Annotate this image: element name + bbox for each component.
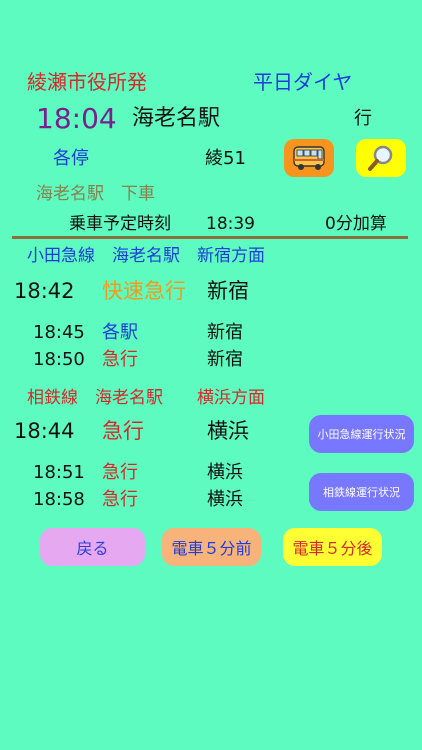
sotetsu-header: 相鉄線 海老名駅 横浜方面: [27, 388, 265, 408]
bound-label: 行: [354, 108, 372, 129]
odakyu-row-time: 18:45: [33, 322, 85, 343]
back-button[interactable]: 戻る: [40, 528, 145, 566]
odakyu-header: 小田急線 海老名駅 新宿方面: [27, 246, 265, 266]
extra-minutes: 0分加算: [325, 214, 387, 234]
odakyu-row-dest: 新宿: [207, 322, 243, 343]
odakyu-row-dest: 新宿: [207, 349, 243, 370]
bus-icon: [293, 146, 325, 170]
sotetsu-row-type: 急行: [102, 462, 138, 483]
search-button[interactable]: [356, 139, 406, 177]
sotetsu-main-time: 18:44: [14, 419, 75, 443]
next-train-button[interactable]: 電車５分後: [283, 528, 382, 566]
odakyu-main-time: 18:42: [14, 279, 75, 303]
odakyu-main-type: 快速急行: [102, 279, 186, 303]
route-number: 綾51: [205, 148, 246, 169]
odakyu-row-type: 各駅: [102, 322, 138, 343]
destination: 海老名駅: [132, 106, 221, 131]
sotetsu-main-dest: 横浜: [207, 419, 249, 443]
sotetsu-row-type: 急行: [102, 489, 138, 510]
divider: [12, 236, 408, 239]
board-label: 乗車予定時刻: [69, 214, 171, 234]
odakyu-main-dest: 新宿: [207, 279, 249, 303]
day-type-label: 平日ダイヤ: [253, 70, 353, 94]
alight-label: 海老名駅 下車: [36, 184, 155, 204]
odakyu-row-time: 18:50: [33, 349, 85, 370]
sotetsu-status-button[interactable]: 相鉄線運行状況: [309, 473, 414, 511]
odakyu-row-type: 急行: [102, 349, 138, 370]
sotetsu-main-type: 急行: [102, 419, 144, 443]
prev-train-button[interactable]: 電車５分前: [162, 528, 261, 566]
sotetsu-row-time: 18:51: [33, 462, 85, 483]
magnifier-icon: [368, 145, 393, 171]
board-time: 18:39: [206, 214, 255, 234]
sotetsu-row-dest: 横浜: [207, 462, 243, 483]
bus-type: 各停: [53, 148, 89, 169]
sotetsu-row-dest: 横浜: [207, 489, 243, 510]
odakyu-status-button[interactable]: 小田急線運行状況: [309, 415, 414, 453]
bus-button[interactable]: [284, 139, 334, 177]
sotetsu-row-time: 18:58: [33, 489, 85, 510]
origin-label: 綾瀬市役所発: [27, 70, 147, 94]
bus-time: 18:04: [36, 102, 117, 135]
